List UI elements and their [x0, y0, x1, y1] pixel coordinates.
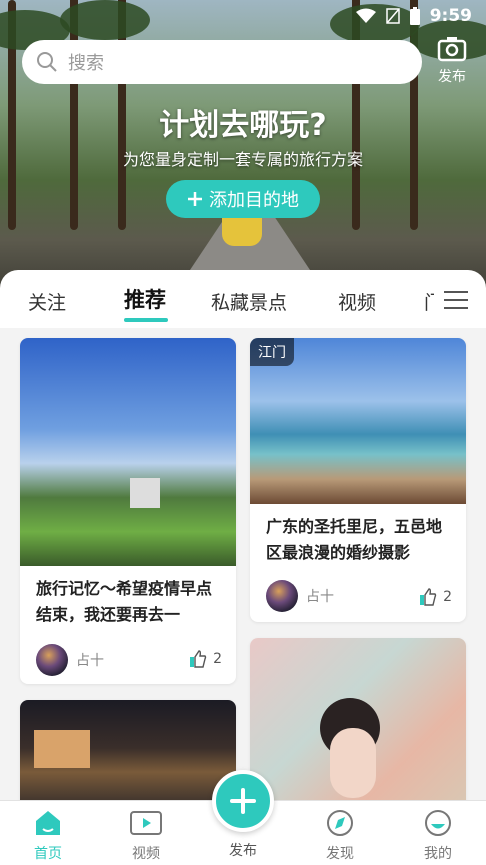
author-name: 占十	[306, 589, 334, 605]
post-card[interactable]: 江门 广东的圣托里尼，五邑地区最浪漫的婚纱摄影 占十 2	[250, 338, 466, 622]
nav-video[interactable]: 视频	[116, 809, 176, 863]
tab-hidden-spots[interactable]: 私藏景点	[211, 288, 287, 315]
thumbs-up-icon	[190, 650, 207, 668]
camera-icon	[437, 37, 467, 62]
avatar	[36, 644, 68, 676]
post-author[interactable]: 占十	[266, 580, 334, 612]
post-card[interactable]: 旅行记忆～希望疫情早点结束，我还要再去一 占十 2	[20, 338, 236, 684]
tab-recommended[interactable]: 推荐	[124, 284, 166, 314]
search-placeholder: 搜索	[68, 53, 104, 74]
location-tag: 江门	[250, 338, 294, 366]
status-time: 9:59	[429, 6, 472, 26]
tab-more-partial[interactable]: 门	[424, 288, 434, 315]
add-destination-label: 添加目的地	[209, 190, 299, 211]
video-icon	[130, 811, 162, 835]
face-shape	[330, 728, 376, 798]
plus-icon	[188, 192, 202, 206]
tab-video[interactable]: 视频	[338, 288, 376, 315]
author-name: 占十	[76, 653, 104, 669]
camera-publish-button[interactable]: 发布	[430, 36, 474, 86]
battery-icon	[409, 7, 420, 25]
nav-home[interactable]: 首页	[18, 809, 78, 863]
post-author[interactable]: 占十	[36, 644, 104, 676]
post-image-portrait	[250, 638, 466, 800]
post-title: 广东的圣托里尼，五邑地区最浪漫的婚纱摄影	[266, 517, 443, 562]
search-bar[interactable]: 搜索	[22, 40, 422, 84]
post-feed: 旅行记忆～希望疫情早点结束，我还要再去一 占十 2 江门 广东的圣托里尼，五邑地…	[0, 328, 486, 800]
like-count: 2	[443, 589, 452, 605]
nav-home-label: 首页	[34, 846, 62, 862]
post-card[interactable]	[20, 700, 236, 800]
nav-discover[interactable]: 发现	[310, 809, 370, 863]
category-tabs: 关注 推荐 私藏景点 视频 门	[0, 270, 486, 329]
wifi-icon	[355, 8, 376, 23]
search-icon	[37, 52, 57, 72]
post-image-night-building	[20, 700, 236, 800]
nav-profile-label: 我的	[424, 846, 452, 862]
camera-publish-label: 发布	[438, 69, 466, 85]
post-image-village	[20, 338, 236, 566]
post-card[interactable]	[250, 638, 466, 800]
home-icon	[36, 811, 60, 835]
house-shape	[130, 478, 160, 508]
like-count: 2	[213, 651, 222, 667]
nav-publish-label: 发布	[229, 843, 257, 859]
signal-icon	[385, 8, 400, 24]
avatar	[266, 580, 298, 612]
nav-video-label: 视频	[132, 846, 160, 862]
publish-fab-button[interactable]	[212, 770, 274, 832]
like-button[interactable]: 2	[189, 650, 222, 668]
nav-profile[interactable]: 我的	[408, 809, 468, 863]
add-destination-button[interactable]: 添加目的地	[166, 180, 320, 218]
nav-discover-label: 发现	[326, 846, 354, 862]
tab-follow[interactable]: 关注	[28, 288, 66, 315]
menu-icon[interactable]	[444, 290, 468, 310]
hero-title: 计划去哪玩?	[159, 108, 327, 143]
thumbs-up-icon	[420, 588, 437, 606]
billboard-shape	[34, 730, 90, 768]
like-button[interactable]: 2	[419, 588, 452, 606]
profile-icon	[425, 810, 451, 836]
status-bar: 9:59	[0, 0, 486, 32]
compass-icon	[327, 810, 353, 836]
plus-icon	[230, 788, 256, 814]
hero-subtitle: 为您量身定制一套专属的旅行方案	[122, 150, 363, 169]
post-title: 旅行记忆～希望疫情早点结束，我还要再去一	[36, 579, 213, 624]
tab-active-indicator	[124, 318, 168, 322]
